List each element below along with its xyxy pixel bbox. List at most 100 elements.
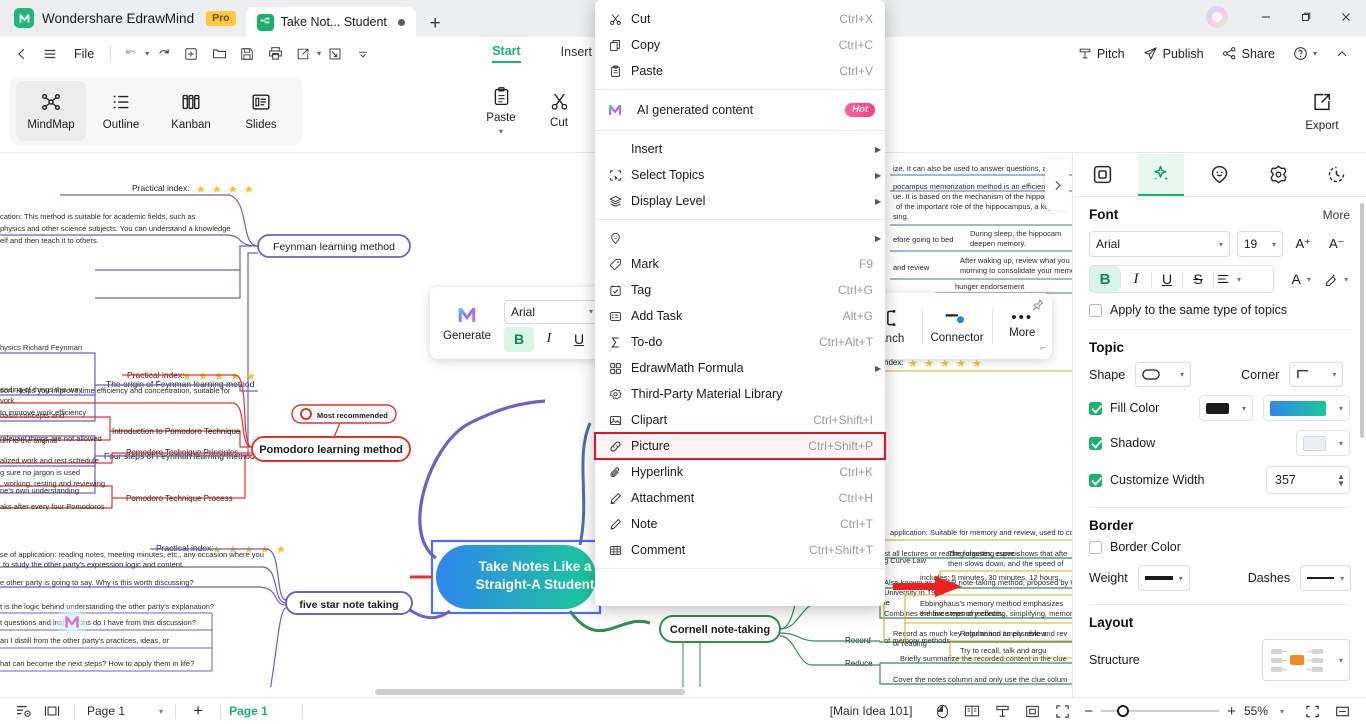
menu-item-note[interactable]: Attachment Ctrl+H bbox=[595, 485, 885, 511]
menu-item-paste[interactable]: Paste Ctrl+V bbox=[595, 58, 885, 84]
chevron-down-icon[interactable]: ▾ bbox=[153, 707, 163, 716]
tab-history[interactable] bbox=[1314, 154, 1360, 196]
pitch-icon[interactable] bbox=[988, 700, 1016, 722]
new-tab-button[interactable]: + bbox=[416, 14, 455, 37]
book-icon[interactable] bbox=[958, 700, 986, 722]
zoom-slider[interactable] bbox=[1101, 705, 1220, 717]
tab-shape-style[interactable] bbox=[1079, 154, 1125, 196]
resize-corner-icon[interactable]: ⌐ bbox=[1040, 343, 1046, 354]
new-document-icon[interactable] bbox=[177, 41, 205, 67]
chevron-down-icon[interactable]: ▾ bbox=[1326, 370, 1336, 379]
redo-icon[interactable] bbox=[149, 41, 177, 67]
context-menu[interactable]: Cut Ctrl+X Copy Ctrl+C Paste Ctrl+V AI g… bbox=[594, 0, 886, 606]
chevron-down-icon[interactable]: ▾ bbox=[1236, 404, 1246, 413]
pin-icon[interactable] bbox=[1032, 299, 1044, 314]
menu-item-add-task[interactable]: Tag Ctrl+G bbox=[595, 277, 885, 303]
chevron-down-icon[interactable]: ▾ bbox=[1333, 404, 1343, 413]
menu-item-ai-generated-content[interactable]: AI generated content Hot bbox=[595, 95, 885, 125]
chevron-down-icon[interactable]: ▾ bbox=[1333, 439, 1343, 448]
chevron-down-icon[interactable]: ▾ bbox=[1173, 574, 1183, 583]
menu-item-comment[interactable]: Note Ctrl+T bbox=[595, 511, 885, 537]
menu-item-todo[interactable]: Add Task Alt+G bbox=[595, 303, 885, 329]
menu-item-third-party-material-library[interactable]: EdrawMath Formula ▶ bbox=[595, 355, 885, 381]
save-icon[interactable] bbox=[233, 41, 261, 67]
paste-button[interactable]: Paste ▾ bbox=[472, 77, 530, 143]
customize-width-stepper[interactable]: 357 ▲ ▼ bbox=[1266, 466, 1350, 494]
menu-item-mark[interactable]: ▶ bbox=[595, 225, 885, 251]
zoom-out-button[interactable]: − bbox=[1084, 703, 1093, 720]
open-folder-icon[interactable] bbox=[205, 41, 233, 67]
export-button[interactable]: Export bbox=[1292, 80, 1352, 142]
font-size-select[interactable]: 19 ▾ bbox=[1236, 231, 1283, 257]
menu-item-tag[interactable]: Mark F9 bbox=[595, 251, 885, 277]
shadow-checkbox[interactable] bbox=[1089, 436, 1102, 450]
weight-select[interactable]: ▾ bbox=[1137, 565, 1190, 591]
menu-item-copy[interactable]: Copy Ctrl+C bbox=[595, 32, 885, 58]
view-mindmap-button[interactable]: MindMap bbox=[16, 81, 86, 141]
fill-color-checkbox[interactable] bbox=[1089, 401, 1102, 415]
print-icon[interactable] bbox=[261, 41, 289, 67]
checklist-icon[interactable] bbox=[321, 41, 349, 67]
chevron-down-icon[interactable]: ▾ bbox=[1174, 370, 1184, 379]
view-slides-button[interactable]: Slides bbox=[226, 81, 296, 141]
zoom-caret-icon[interactable]: ▾ bbox=[1274, 707, 1284, 716]
page-select[interactable]: Page 1 ▾ bbox=[83, 704, 167, 718]
canvas-expand-chevron-icon[interactable] bbox=[1045, 160, 1069, 210]
underline-button[interactable]: U bbox=[1152, 266, 1182, 292]
apply-same-type-row[interactable]: Apply to the same type of topics bbox=[1089, 303, 1350, 317]
shadow-swatch[interactable]: ▾ bbox=[1296, 430, 1350, 456]
ai-generate-button[interactable]: Generate bbox=[430, 287, 504, 359]
menu-item-attachment[interactable]: Hyperlink Ctrl+K bbox=[595, 459, 885, 485]
maximize-button[interactable] bbox=[1286, 3, 1326, 31]
chevron-down-icon[interactable]: ▾ bbox=[1333, 656, 1343, 665]
menu-item-cut[interactable]: Cut Ctrl+X bbox=[595, 6, 885, 32]
font-family-select[interactable]: Arial ▾ bbox=[1089, 231, 1230, 257]
view-kanban-button[interactable]: Kanban bbox=[156, 81, 226, 141]
add-page-button[interactable]: + bbox=[184, 700, 212, 722]
tab-icons[interactable] bbox=[1196, 154, 1242, 196]
structure-select[interactable]: ▾ bbox=[1262, 639, 1350, 681]
menu-item-display-level[interactable]: Display Level ▶ bbox=[595, 188, 885, 214]
chevron-down-icon[interactable]: ▾ bbox=[1334, 574, 1344, 583]
bold-button[interactable]: B bbox=[504, 326, 534, 352]
font-family-select[interactable]: Arial ▾ bbox=[504, 299, 600, 324]
font-more-link[interactable]: More bbox=[1323, 208, 1350, 222]
close-button[interactable] bbox=[1326, 3, 1366, 31]
zoom-level-label[interactable]: 55% bbox=[1244, 704, 1268, 718]
decrease-font-size-button[interactable]: A⁻ bbox=[1324, 231, 1351, 257]
paste-caret-icon[interactable]: ▾ bbox=[499, 127, 503, 135]
tab-ai-style[interactable] bbox=[1137, 153, 1184, 196]
bold-button[interactable]: B bbox=[1090, 266, 1120, 292]
back-arrow-icon[interactable] bbox=[8, 41, 36, 67]
page-tab-active[interactable]: Page 1 bbox=[229, 704, 268, 718]
shape-select[interactable]: ▾ bbox=[1135, 362, 1192, 387]
fullscreen-icon[interactable] bbox=[1048, 700, 1076, 722]
align-button[interactable]: ▾ bbox=[1214, 266, 1244, 292]
tab-insert[interactable]: Insert bbox=[561, 45, 592, 62]
floating-branch-toolbar[interactable]: anch Connector ••• More ⌐ bbox=[862, 293, 1052, 359]
scrollbar-thumb[interactable] bbox=[375, 689, 685, 695]
chevron-down-icon[interactable]: ▾ bbox=[583, 307, 593, 316]
export-share-icon[interactable] bbox=[289, 41, 317, 67]
menu-item-traverse-topic[interactable] bbox=[595, 574, 885, 600]
right-panel-scrollbar[interactable] bbox=[1360, 203, 1364, 438]
fit-icon[interactable] bbox=[1018, 700, 1046, 722]
canvas-horizontal-scrollbar[interactable] bbox=[0, 687, 1072, 697]
dashes-select[interactable]: ▾ bbox=[1300, 565, 1352, 591]
outline-view-icon[interactable] bbox=[10, 700, 38, 722]
strikethrough-button[interactable]: S bbox=[1183, 266, 1213, 292]
menu-item-picture[interactable]: Clipart Ctrl+Shift+I bbox=[595, 407, 885, 433]
floating-format-toolbar[interactable]: Generate Arial ▾ B I U bbox=[430, 287, 608, 359]
apply-same-type-checkbox[interactable] bbox=[1089, 303, 1102, 317]
highlight-color-button[interactable]: ▾ bbox=[1322, 266, 1350, 292]
more-tools-icon[interactable] bbox=[349, 41, 377, 67]
help-button[interactable]: ▾ bbox=[1286, 43, 1324, 64]
increase-font-size-button[interactable]: A⁺ bbox=[1290, 231, 1317, 257]
presentation-icon[interactable] bbox=[1298, 700, 1326, 722]
minimap-icon[interactable] bbox=[1328, 700, 1356, 722]
tab-theme[interactable] bbox=[1255, 154, 1301, 196]
menu-item-insert[interactable]: Insert ▶ bbox=[595, 136, 885, 162]
document-tab[interactable]: Take Not... Student bbox=[245, 7, 416, 37]
file-menu-button[interactable]: File bbox=[64, 47, 104, 61]
publish-button[interactable]: Publish bbox=[1136, 43, 1211, 64]
